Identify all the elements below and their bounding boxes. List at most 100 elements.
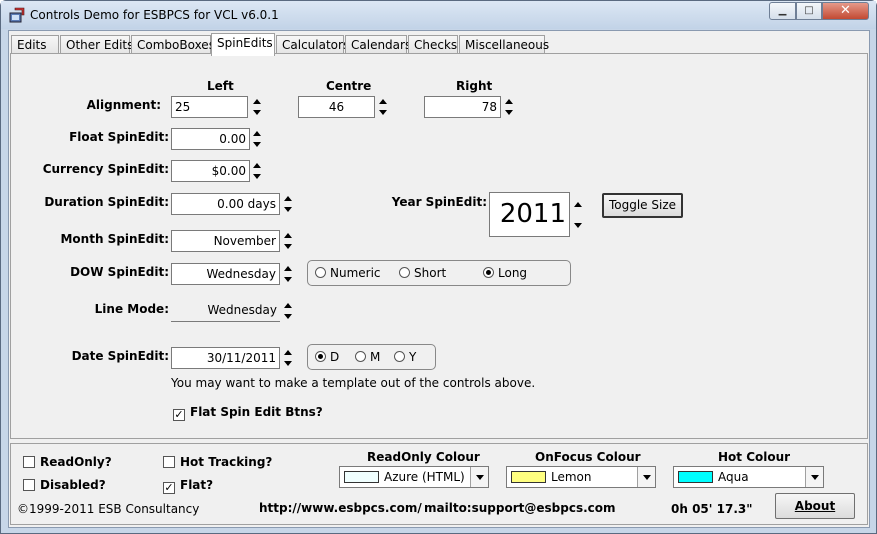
- alignment-left-spin-buttons[interactable]: [252, 96, 262, 118]
- hot-colour-label: Hot Colour: [718, 450, 791, 464]
- tab-comboboxes[interactable]: ComboBoxes: [131, 35, 215, 55]
- checkbox-checked-icon: ✓: [173, 408, 185, 421]
- spin-down-icon[interactable]: [253, 110, 261, 115]
- toggle-size-button[interactable]: Toggle Size: [602, 193, 683, 218]
- dropdown-arrow-icon[interactable]: [805, 467, 823, 487]
- spinedits-page: Left Centre Right Alignment: 25 46 78 Fl…: [10, 53, 868, 439]
- float-spinedit-label: Float SpinEdit:: [69, 130, 169, 144]
- tab-calculators[interactable]: Calculators: [276, 35, 349, 55]
- spin-up-icon[interactable]: [284, 303, 292, 308]
- line-mode-spinedit[interactable]: Wednesday: [171, 300, 280, 322]
- duration-spinedit[interactable]: 0.00 days: [171, 193, 280, 215]
- colour-swatch: [511, 471, 546, 483]
- year-spinedit[interactable]: 2011: [489, 192, 570, 237]
- dow-spin-buttons[interactable]: [283, 263, 293, 285]
- copyright-text: ©1999-2011 ESB Consultancy: [17, 502, 200, 516]
- about-button[interactable]: About: [775, 493, 855, 519]
- tab-calendars[interactable]: Calendars: [345, 35, 411, 55]
- spin-up-icon[interactable]: [574, 202, 582, 207]
- spin-down-icon[interactable]: [284, 361, 292, 366]
- website-link[interactable]: http://www.esbpcs.com/: [259, 501, 422, 515]
- dow-format-radiogroup: Numeric Short Long: [307, 260, 571, 286]
- dow-spinedit-label: DOW SpinEdit:: [70, 265, 169, 279]
- radio-icon: [399, 267, 410, 278]
- readonly-checkbox[interactable]: ReadOnly?: [23, 455, 112, 469]
- month-spinedit[interactable]: November: [171, 230, 280, 252]
- dow-radio-short[interactable]: Short: [399, 266, 446, 280]
- spin-up-icon[interactable]: [284, 233, 292, 238]
- year-spin-buttons[interactable]: [573, 199, 583, 231]
- date-radio-d[interactable]: D: [315, 350, 339, 364]
- spin-up-icon[interactable]: [284, 266, 292, 271]
- alignment-right-spin-buttons[interactable]: [504, 96, 514, 118]
- tab-miscellaneous[interactable]: Miscellaneous: [459, 35, 549, 55]
- spin-up-icon[interactable]: [284, 196, 292, 201]
- spin-down-icon[interactable]: [505, 110, 513, 115]
- app-icon: [9, 7, 25, 23]
- month-spinedit-label: Month SpinEdit:: [60, 232, 169, 246]
- tab-edits[interactable]: Edits: [11, 35, 59, 55]
- checkbox-icon: [163, 456, 175, 468]
- currency-spin-buttons[interactable]: [252, 160, 262, 182]
- radio-selected-icon: [315, 351, 326, 362]
- support-email-link[interactable]: mailto:support@esbpcs.com: [424, 501, 616, 515]
- tab-spinedits[interactable]: SpinEdits: [211, 33, 275, 56]
- duration-spin-buttons[interactable]: [283, 193, 293, 215]
- tab-checks[interactable]: Checks: [408, 35, 458, 55]
- radio-icon: [394, 351, 405, 362]
- options-panel: ReadOnly? Disabled? Hot Tracking? ✓ Flat?…: [10, 443, 868, 525]
- spin-down-icon[interactable]: [284, 244, 292, 249]
- dow-radio-long[interactable]: Long: [483, 266, 527, 280]
- spin-down-icon[interactable]: [253, 174, 261, 179]
- readonly-colour-combo[interactable]: Azure (HTML): [339, 466, 489, 488]
- tab-other-edits[interactable]: Other Edits: [60, 35, 133, 55]
- radio-icon: [315, 267, 326, 278]
- onfocus-colour-combo[interactable]: Lemon: [506, 466, 656, 488]
- month-spin-buttons[interactable]: [283, 230, 293, 252]
- flat-checkbox[interactable]: ✓ Flat?: [163, 478, 213, 494]
- spin-up-icon[interactable]: [284, 350, 292, 355]
- dropdown-arrow-icon[interactable]: [470, 467, 488, 487]
- spin-up-icon[interactable]: [253, 131, 261, 136]
- spin-down-icon[interactable]: [284, 314, 292, 319]
- spin-up-icon[interactable]: [505, 99, 513, 104]
- radio-selected-icon: [483, 267, 494, 278]
- dow-spinedit[interactable]: Wednesday: [171, 263, 280, 285]
- spin-down-icon[interactable]: [379, 110, 387, 115]
- maximize-button[interactable]: □: [796, 2, 822, 20]
- colour-swatch: [678, 471, 713, 483]
- alignment-right-spinedit[interactable]: 78: [424, 96, 501, 118]
- spin-up-icon[interactable]: [379, 99, 387, 104]
- hot-colour-combo[interactable]: Aqua: [673, 466, 824, 488]
- dropdown-arrow-icon[interactable]: [637, 467, 655, 487]
- spin-down-icon[interactable]: [284, 207, 292, 212]
- checkbox-icon: [23, 479, 35, 491]
- date-part-radiogroup: D M Y: [307, 344, 436, 370]
- year-spinedit-label: Year SpinEdit:: [391, 195, 487, 209]
- disabled-checkbox[interactable]: Disabled?: [23, 478, 106, 492]
- client-area: Edits Other Edits ComboBoxes SpinEdits C…: [8, 30, 870, 528]
- float-spin-buttons[interactable]: [252, 128, 262, 150]
- dow-radio-numeric[interactable]: Numeric: [315, 266, 381, 280]
- date-radio-m[interactable]: M: [355, 350, 380, 364]
- title-bar[interactable]: Controls Demo for ESBPCS for VCL v6.0.1 …: [1, 1, 876, 29]
- alignment-left-spinedit[interactable]: 25: [171, 96, 248, 118]
- spin-up-icon[interactable]: [253, 163, 261, 168]
- date-spinedit[interactable]: 30/11/2011: [171, 347, 280, 369]
- minimize-button[interactable]: ▁: [769, 2, 796, 20]
- date-spin-buttons[interactable]: [283, 347, 293, 369]
- alignment-centre-spin-buttons[interactable]: [378, 96, 388, 118]
- line-mode-spin-buttons[interactable]: [283, 300, 293, 322]
- spin-down-icon[interactable]: [284, 277, 292, 282]
- hot-tracking-checkbox[interactable]: Hot Tracking?: [163, 455, 272, 469]
- spin-down-icon[interactable]: [574, 223, 582, 228]
- currency-spinedit[interactable]: $0.00: [171, 160, 250, 182]
- flat-spin-buttons-checkbox[interactable]: ✓ Flat Spin Edit Btns?: [173, 405, 323, 421]
- spin-up-icon[interactable]: [253, 99, 261, 104]
- checkbox-icon: [23, 456, 35, 468]
- spin-down-icon[interactable]: [253, 142, 261, 147]
- float-spinedit[interactable]: 0.00: [171, 128, 250, 150]
- date-radio-y[interactable]: Y: [394, 350, 416, 364]
- alignment-centre-spinedit[interactable]: 46: [298, 96, 375, 118]
- close-button[interactable]: ✕: [822, 2, 869, 20]
